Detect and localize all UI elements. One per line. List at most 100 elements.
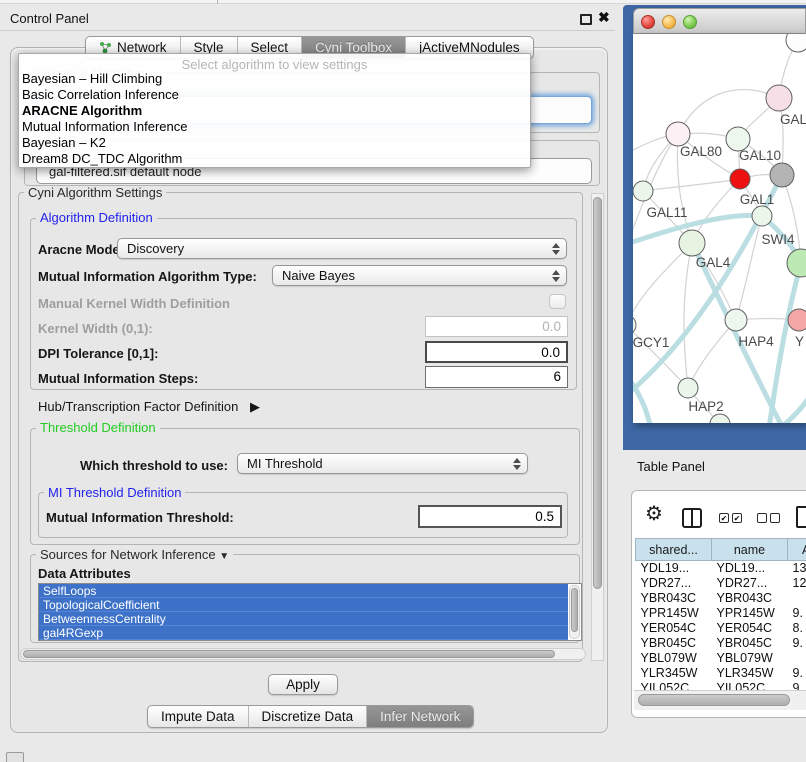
algorithm-menu-item-dream8-dc-tdc-algorithm[interactable]: Dream8 DC_TDC Algorithm (19, 151, 530, 167)
which-threshold-select[interactable]: MI Threshold (237, 453, 528, 474)
table-cell: YBR043C (636, 591, 712, 606)
column-header-a[interactable]: A (788, 539, 806, 561)
sources-title[interactable]: Sources for Network Inference ▼ (36, 548, 233, 563)
settings-vertical-scrollbar-thumb[interactable] (593, 197, 602, 589)
close-window-icon[interactable] (641, 15, 655, 29)
network-node[interactable] (770, 163, 794, 187)
table-row[interactable]: YDL19...YDL19...13 (636, 561, 806, 576)
combo-arrows-icon (550, 270, 566, 282)
network-node[interactable] (666, 122, 690, 146)
table-row[interactable]: YBR043CYBR043C (636, 591, 806, 606)
network-edge[interactable] (684, 243, 692, 388)
minimize-window-icon[interactable] (662, 15, 676, 29)
combo-arrows-icon (511, 458, 527, 470)
network-node[interactable] (752, 206, 772, 226)
table-row[interactable]: YBR045CYBR045C9. (636, 636, 806, 651)
network-edge[interactable] (643, 179, 740, 191)
table-row[interactable]: YER054CYER054C8. (636, 621, 806, 636)
kernel-width-input[interactable]: 0.0 (425, 316, 568, 337)
table-row[interactable]: YDR27...YDR27...12 (636, 576, 806, 591)
algorithm-menu-item-bayesian-k2[interactable]: Bayesian – K2 (19, 135, 530, 151)
mi-threshold-input[interactable]: 0.5 (418, 505, 562, 528)
network-node[interactable] (679, 230, 705, 256)
table-horizontal-scrollbar-thumb[interactable] (638, 694, 790, 706)
attribute-list-item-selfloops[interactable]: SelfLoops (39, 584, 568, 598)
algorithm-menu-item-mutual-information-inference[interactable]: Mutual Information Inference (19, 119, 530, 135)
network-node[interactable] (730, 169, 750, 189)
export-table-icon[interactable] (796, 506, 806, 528)
table-settings-gear-icon[interactable]: ⚙ (645, 501, 663, 526)
deselect-all-columns-icon[interactable] (757, 513, 780, 523)
algorithm-menu-item-aracne-algorithm[interactable]: ARACNE Algorithm (19, 103, 530, 119)
float-panel-icon[interactable] (580, 14, 592, 25)
mi-threshold-definition-title: MI Threshold Definition (44, 486, 185, 499)
network-node[interactable] (725, 309, 747, 331)
tab-impute-data[interactable]: Impute Data (148, 706, 248, 727)
which-threshold-label: Which threshold to use: (60, 458, 228, 473)
data-attributes-list[interactable]: SelfLoopsTopologicalCoefficientBetweenne… (38, 583, 582, 641)
column-header-shared[interactable]: shared... (636, 539, 712, 561)
algorithm-menu-item-bayesian-hill-climbing[interactable]: Bayesian – Hill Climbing (19, 71, 530, 87)
table-cell: YLR345W (712, 666, 788, 681)
network-canvas[interactable]: GALGAL80GAL10GAL1GAL11SWI4GAL4GCY1HAP4YH… (633, 34, 806, 423)
unchecked-box-icon (770, 513, 780, 523)
network-window-titlebar[interactable] (633, 8, 806, 34)
table-panel-container: ⚙ ✔ ✔ shared...nameAYDL19...YDL19...13YD… (631, 490, 806, 718)
settings-horizontal-scrollbar-thumb[interactable] (23, 650, 555, 658)
table-cell: YBR043C (712, 591, 788, 606)
bottom-tabbar: Impute DataDiscretize DataInfer Network (147, 705, 474, 728)
list-vertical-scrollbar-thumb[interactable] (571, 588, 578, 632)
control-panel-title: Control Panel (10, 11, 89, 26)
aracne-mode-select[interactable]: Discovery (117, 238, 567, 259)
network-node[interactable] (710, 414, 730, 423)
mi-threshold-label: Mutual Information Threshold: (46, 510, 234, 525)
mi-steps-input[interactable]: 6 (425, 366, 568, 388)
column-header-name[interactable]: name (712, 539, 788, 561)
tab-infer-network[interactable]: Infer Network (366, 706, 473, 727)
table-horizontal-scrollbar[interactable] (634, 690, 806, 710)
manual-kernel-width-label: Manual Kernel Width Definition (38, 296, 230, 311)
list-vertical-scrollbar[interactable] (569, 585, 580, 639)
tab-discretize-data[interactable]: Discretize Data (248, 706, 367, 727)
network-edge[interactable] (688, 320, 736, 388)
mi-algorithm-type-select[interactable]: Naive Bayes (272, 265, 567, 286)
zoom-window-icon[interactable] (683, 15, 697, 29)
apply-button[interactable]: Apply (268, 674, 338, 695)
algorithm-menu-item-basic-correlation-inference[interactable]: Basic Correlation Inference (19, 87, 530, 103)
aracne-mode-label: Aracne Mode: (38, 242, 124, 257)
close-panel-icon[interactable]: ✖ (598, 9, 610, 26)
network-edge[interactable] (692, 243, 785, 423)
minimized-panel-button[interactable] (6, 752, 24, 762)
attribute-list-item-betweennesscentrality[interactable]: BetweennessCentrality (39, 612, 568, 626)
attribute-list-item-gal4rgexp[interactable]: gal4RGexp (39, 626, 568, 640)
table-cell: YPR145W (636, 606, 712, 621)
threshold-definition-title: Threshold Definition (36, 421, 160, 434)
network-node[interactable] (786, 34, 806, 52)
network-node[interactable] (787, 249, 806, 277)
settings-horizontal-scrollbar[interactable] (20, 648, 586, 660)
network-edge[interactable] (633, 243, 692, 325)
settings-vertical-scrollbar[interactable] (591, 193, 604, 661)
network-node[interactable] (633, 315, 636, 335)
table-cell: 9. (788, 666, 806, 681)
table-row[interactable]: YPR145WYPR145W9. (636, 606, 806, 621)
network-node[interactable] (766, 85, 792, 111)
mi-algorithm-type-value: Naive Bayes (273, 268, 550, 283)
dpi-tolerance-input[interactable]: 0.0 (425, 341, 568, 363)
select-all-columns-icon[interactable]: ✔ ✔ (719, 513, 742, 523)
network-edge[interactable] (736, 216, 762, 320)
network-node-label: HAP4 (738, 334, 774, 349)
table-panel-title: Table Panel (637, 459, 705, 474)
network-node[interactable] (633, 181, 653, 201)
hub-definition-expander[interactable]: Hub/Transcription Factor Definition ▶ (38, 399, 260, 415)
manual-kernel-width-checkbox[interactable] (549, 294, 566, 309)
table-row[interactable]: YBL079WYBL079W (636, 651, 806, 666)
network-node[interactable] (678, 378, 698, 398)
attribute-list-item-topologicalcoefficient[interactable]: TopologicalCoefficient (39, 598, 568, 612)
column-layout-icon[interactable] (682, 508, 702, 528)
table-row[interactable]: YLR345WYLR345W9. (636, 666, 806, 681)
table-cell: YDL19... (636, 561, 712, 576)
network-node[interactable] (788, 309, 806, 331)
network-node-label: HAP2 (688, 399, 723, 414)
network-node-label: GAL10 (739, 148, 781, 163)
